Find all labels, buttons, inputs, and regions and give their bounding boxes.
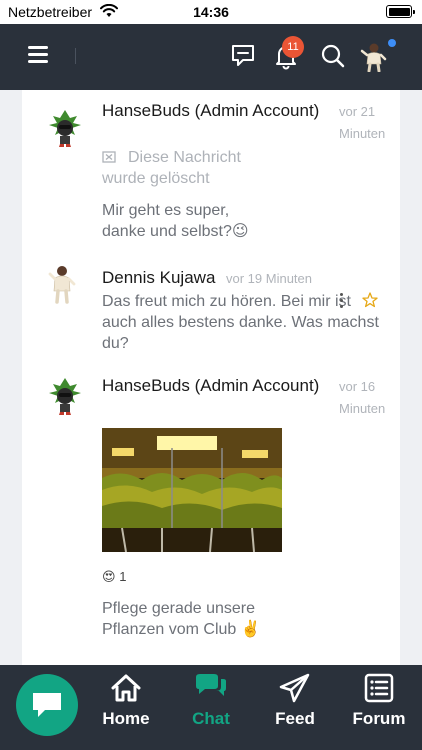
message-author[interactable]: HanseBuds (Admin Account) xyxy=(102,101,319,121)
message-time: vor 19 Minuten xyxy=(226,271,312,286)
forum-list-icon xyxy=(364,673,394,703)
reaction-count: 1 xyxy=(119,569,127,584)
compose-chat-icon xyxy=(33,693,61,717)
header-divider xyxy=(75,48,76,64)
nav-feed-label: Feed xyxy=(275,709,315,728)
author-avatar[interactable] xyxy=(48,264,76,304)
more-options-icon[interactable] xyxy=(340,293,343,296)
message-text: Pflege gerade unsere Pflanzen vom Club ✌… xyxy=(102,600,261,638)
heart-eyes-emoji: 😍 xyxy=(102,569,116,584)
grow-room-photo[interactable] xyxy=(102,428,282,552)
search-icon[interactable] xyxy=(319,42,347,70)
chat-bubble-icon[interactable] xyxy=(229,42,257,70)
nav-forum-label: Forum xyxy=(352,709,406,728)
nav-feed[interactable]: Feed xyxy=(255,673,335,737)
notification-badge: 11 xyxy=(282,36,304,58)
home-icon xyxy=(111,674,141,702)
message-time: vor 21 Minuten xyxy=(339,104,386,141)
menu-button[interactable] xyxy=(28,46,48,64)
nav-forum[interactable]: Forum xyxy=(339,673,419,737)
message-time: vor 16 Minuten xyxy=(339,379,386,416)
reaction-chip[interactable]: 😍 1 xyxy=(102,569,126,585)
paper-plane-icon xyxy=(279,673,310,703)
battery-icon xyxy=(386,5,415,18)
status-bar: Netzbetreiber 14:36 xyxy=(0,0,422,24)
chat-thread[interactable]: HanseBuds (Admin Account) vor 21 Minuten… xyxy=(22,90,400,665)
clock: 14:36 xyxy=(193,4,229,20)
app-header: 11 xyxy=(0,24,422,90)
chat-bubbles-icon xyxy=(196,674,226,696)
nav-home-label: Home xyxy=(102,709,150,728)
author-avatar[interactable] xyxy=(48,376,82,416)
bottom-navigation: Home Chat Feed Forum xyxy=(0,665,422,750)
online-status-dot xyxy=(388,39,396,47)
nav-chat-label: Chat xyxy=(192,709,230,728)
deleted-message-notice: Diese Nachricht wurde gelöscht xyxy=(102,149,241,187)
user-avatar[interactable] xyxy=(360,42,388,72)
star-icon[interactable] xyxy=(362,292,378,308)
new-message-button[interactable] xyxy=(16,674,78,736)
nav-home[interactable]: Home xyxy=(86,673,166,737)
nav-chat[interactable]: Chat xyxy=(171,673,251,737)
message-author[interactable]: HanseBuds (Admin Account) xyxy=(102,376,319,396)
message-actions xyxy=(336,292,386,312)
message-author[interactable]: Dennis Kujawa xyxy=(102,268,215,288)
author-avatar[interactable] xyxy=(48,108,82,148)
message-text: Mir geht es super, danke und selbst?😉 xyxy=(102,202,249,240)
